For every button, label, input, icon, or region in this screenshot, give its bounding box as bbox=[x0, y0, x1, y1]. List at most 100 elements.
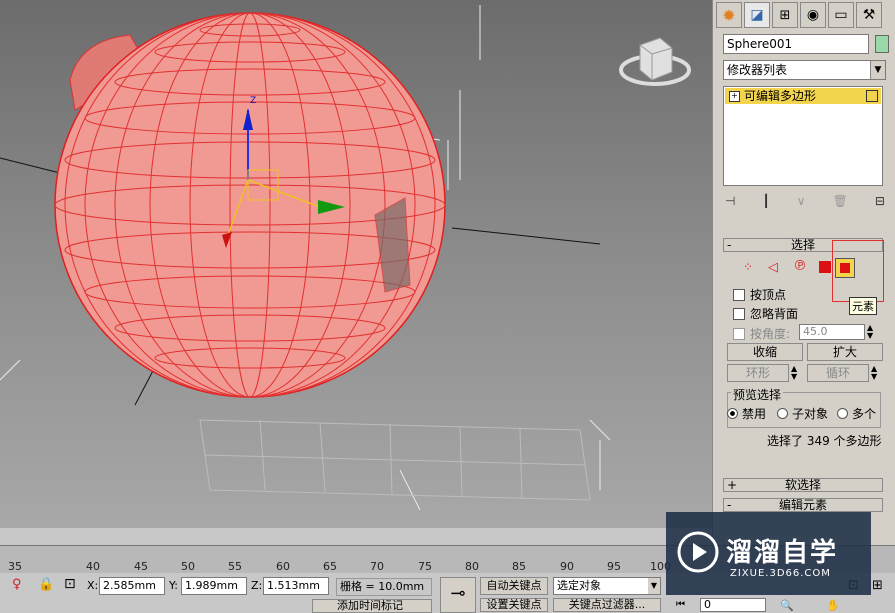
selection-title: 选择 bbox=[790, 238, 815, 252]
command-panel-tabs: ✹ ◪ ⊞ ◉ ▭ ⚒ bbox=[716, 2, 882, 28]
perspective-viewport[interactable]: Z bbox=[0, 0, 712, 528]
preview-disabled-label: 禁用 bbox=[742, 407, 767, 421]
by-angle-checkbox[interactable]: 按角度: bbox=[733, 325, 790, 342]
timeline-tick: 70 bbox=[370, 560, 384, 573]
maximize-viewport-icon[interactable]: ⊞ bbox=[872, 578, 883, 593]
by-angle-label: 按角度: bbox=[750, 327, 791, 341]
auto-key-button[interactable]: 自动关键点 bbox=[480, 577, 548, 595]
remove-modifier-icon[interactable]: 🗑 bbox=[833, 194, 848, 208]
x-coordinate-field[interactable]: 2.585mm bbox=[99, 577, 165, 595]
modifier-list-dropdown[interactable]: 修改器列表 ▼ bbox=[723, 60, 886, 80]
timeline-tick: 90 bbox=[560, 560, 574, 573]
timeline-tick: 65 bbox=[323, 560, 337, 573]
y-label: Y: bbox=[169, 579, 178, 592]
absolute-mode-icon[interactable]: ⊡ bbox=[64, 576, 76, 592]
motion-tab-icon[interactable]: ◉ bbox=[800, 2, 826, 28]
timeline-tick: 50 bbox=[181, 560, 195, 573]
timeline-tick: 75 bbox=[418, 560, 432, 573]
loop-button[interactable]: 循环 bbox=[807, 364, 869, 382]
by-vertex-checkbox[interactable]: 按顶点 bbox=[733, 286, 786, 303]
hierarchy-tab-icon[interactable]: ⊞ bbox=[772, 2, 798, 28]
modify-tab-icon[interactable]: ◪ bbox=[744, 2, 770, 28]
zoom-icon[interactable]: 🔍 bbox=[780, 599, 794, 612]
make-unique-icon[interactable]: ∨ bbox=[797, 194, 806, 208]
grid-size-display: 栅格 = 10.0mm bbox=[336, 578, 432, 596]
timeline-tick: 40 bbox=[86, 560, 100, 573]
key-set-dropdown[interactable]: 选定对象 ▼ bbox=[553, 577, 661, 595]
timeline-tick: 80 bbox=[465, 560, 479, 573]
angle-spinner[interactable]: 45.0 bbox=[799, 324, 865, 340]
watermark-brand: 溜溜自学 bbox=[726, 538, 839, 568]
chevron-down-icon[interactable]: ▼ bbox=[648, 578, 660, 594]
preview-disabled-radio[interactable]: 禁用 bbox=[727, 405, 766, 422]
z-label: Z: bbox=[251, 579, 263, 592]
soft-selection-title: 软选择 bbox=[784, 478, 821, 492]
display-tab-icon[interactable]: ▭ bbox=[828, 2, 854, 28]
soft-selection-rollout-header[interactable]: + 软选择 bbox=[723, 478, 883, 492]
z-coordinate-field[interactable]: 1.513mm bbox=[263, 577, 329, 595]
timeline-tick: 95 bbox=[607, 560, 621, 573]
object-color-swatch[interactable] bbox=[875, 35, 889, 53]
timeline-tick: 55 bbox=[228, 560, 242, 573]
current-frame-field[interactable]: 0 bbox=[700, 598, 766, 612]
pin-stack-icon[interactable]: ⊣ bbox=[725, 194, 735, 208]
grow-button[interactable]: 扩大 bbox=[807, 343, 883, 361]
selection-status-text: 选择了 349 个多边形 bbox=[767, 434, 882, 448]
play-logo-icon bbox=[677, 531, 719, 573]
viewcube[interactable] bbox=[619, 37, 691, 86]
watermark-url: ZIXUE.3D66.COM bbox=[730, 568, 831, 579]
timeline-tick: 60 bbox=[276, 560, 290, 573]
border-icon[interactable]: ℗ bbox=[793, 258, 807, 274]
edit-elements-rollout-header[interactable]: - 编辑元素 bbox=[723, 498, 883, 512]
spinner-arrows-icon[interactable]: ▲ ▼ bbox=[867, 324, 873, 340]
sphere-mesh[interactable] bbox=[54, 12, 446, 398]
key-filters-button[interactable]: 关键点过滤器... bbox=[553, 598, 661, 612]
vertex-icon[interactable]: ⁘ bbox=[743, 260, 753, 274]
stack-toolbar: ⊣ ┃ ∨ 🗑 ⊟ bbox=[725, 192, 885, 210]
lock-icon[interactable]: 🔒 bbox=[38, 577, 54, 592]
preview-subobject-label: 子对象 bbox=[792, 407, 829, 421]
prev-frame-icon[interactable]: ⏮ bbox=[676, 599, 685, 610]
viewport-scene: Z bbox=[0, 5, 691, 511]
set-key-icon[interactable]: ⊸ bbox=[440, 577, 476, 613]
object-name-field[interactable]: Sphere001 bbox=[723, 34, 869, 54]
modifier-list-label: 修改器列表 bbox=[727, 63, 788, 77]
edit-elements-title: 编辑元素 bbox=[778, 498, 827, 512]
shrink-button[interactable]: 收缩 bbox=[727, 343, 803, 361]
ghost-mesh bbox=[199, 419, 591, 501]
preview-selection-title: 预览选择 bbox=[731, 386, 784, 403]
preview-multi-radio[interactable]: 多个 bbox=[837, 405, 876, 422]
x-label: X: bbox=[87, 579, 99, 592]
set-key-button[interactable]: 设置关键点 bbox=[480, 598, 548, 612]
key-set-label: 选定对象 bbox=[557, 579, 601, 592]
preview-subobject-radio[interactable]: 子对象 bbox=[777, 405, 828, 422]
ring-button[interactable]: 环形 bbox=[727, 364, 789, 382]
z-axis-label: Z bbox=[250, 96, 256, 106]
create-tab-icon[interactable]: ✹ bbox=[716, 2, 742, 28]
ignore-backfacing-checkbox[interactable]: 忽略背面 bbox=[733, 305, 798, 322]
ring-spinner-icon[interactable]: ▲ ▼ bbox=[791, 365, 797, 381]
modifier-stack[interactable]: + 可编辑多边形 bbox=[723, 86, 883, 186]
by-vertex-label: 按顶点 bbox=[750, 288, 787, 302]
timeline-tick: 35 bbox=[8, 560, 22, 573]
pan-icon[interactable]: ✋ bbox=[826, 599, 840, 612]
add-time-tag-button[interactable]: 添加时间标记 bbox=[312, 599, 432, 613]
show-end-result-icon[interactable]: ┃ bbox=[763, 194, 770, 208]
configure-sets-icon[interactable]: ⊟ bbox=[875, 194, 885, 208]
expand-icon[interactable]: + bbox=[729, 91, 740, 102]
collapse-icon: - bbox=[727, 498, 732, 512]
stack-item-label: 可编辑多边形 bbox=[744, 89, 817, 103]
ignore-backfacing-label: 忽略背面 bbox=[750, 307, 799, 321]
y-coordinate-field[interactable]: 1.989mm bbox=[181, 577, 247, 595]
element-tooltip: 元素 bbox=[849, 297, 877, 315]
polygon-icon[interactable] bbox=[819, 261, 831, 273]
utilities-tab-icon[interactable]: ⚒ bbox=[856, 2, 882, 28]
loop-spinner-icon[interactable]: ▲ ▼ bbox=[871, 365, 877, 381]
key-icon[interactable]: ♀ bbox=[12, 577, 22, 592]
highlight-box bbox=[832, 240, 884, 302]
timeline-tick: 85 bbox=[512, 560, 526, 573]
command-panel: ✹ ◪ ⊞ ◉ ▭ ⚒ Sphere001 修改器列表 ▼ + 可编辑多边形 ⊣ … bbox=[712, 0, 895, 545]
edge-icon[interactable]: ◁ bbox=[768, 260, 778, 275]
stack-item-editable-poly[interactable]: + 可编辑多边形 bbox=[725, 88, 881, 104]
chevron-down-icon[interactable]: ▼ bbox=[870, 61, 885, 79]
